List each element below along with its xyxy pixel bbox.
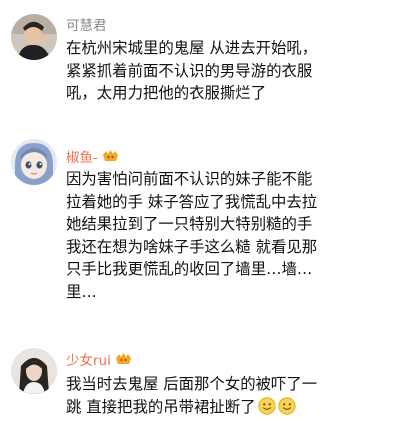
avatar[interactable] (11, 348, 57, 394)
username-row: 少女rui (66, 349, 132, 369)
user-avatar-icon (11, 348, 57, 394)
comment-text: 因为害怕问前面不认识的妹子能不能 拉着她的手 妹子答应了我慌乱中去拉 她结果拉到… (66, 168, 384, 303)
comment-line: 在杭州宋城里的鬼屋 从进去开始吼， (66, 39, 318, 57)
comment-line: 跳 直接把我的吊带裙扯断了 (66, 397, 256, 416)
avatar[interactable] (11, 139, 57, 185)
smile-emoji-icon (257, 396, 276, 415)
username[interactable]: 少女rui (66, 349, 111, 369)
comment-line: 我还在想为啥妹子手这么糙 就看见那 (66, 237, 318, 256)
comment-line: 紧紧抓着前面不认识的男导游的衣服 (66, 61, 313, 80)
comment-line: 吼，太用力把他的衣服撕烂了 (66, 84, 267, 102)
avatar[interactable] (11, 14, 57, 60)
comment-line: 只手比我更慌乱的收回了墙里…墙… (66, 260, 313, 278)
smile-emoji-icon (277, 396, 296, 415)
user-avatar-icon (11, 139, 57, 185)
username-row: 椒鱼- (66, 146, 119, 166)
fan-badge-icon (102, 149, 119, 163)
comment-text: 在杭州宋城里的鬼屋 从进去开始吼， 紧紧抓着前面不认识的男导游的衣服 吼，太用力… (66, 37, 384, 105)
comment-line: 因为害怕问前面不认识的妹子能不能 (66, 170, 313, 188)
comment-line: 里… (66, 282, 97, 301)
comment-line: 拉着她的手 妹子答应了我慌乱中去拉 (66, 192, 318, 211)
comment-text: 我当时去鬼屋 后面那个女的被吓了一 跳 直接把我的吊带裙扯断了 (66, 373, 384, 418)
user-avatar-icon (11, 14, 57, 60)
username[interactable]: 椒鱼- (66, 146, 98, 166)
fan-badge-icon (115, 352, 132, 366)
comment-line: 她结果拉到了一只特别大特别糙的手 (66, 215, 313, 233)
comment-line: 我当时去鬼屋 后面那个女的被吓了一 (66, 375, 318, 393)
username[interactable]: 可慧君 (66, 14, 107, 34)
username-row: 可慧君 (66, 14, 107, 34)
comment-line-with-emoji: 跳 直接把我的吊带裙扯断了 (66, 396, 384, 419)
